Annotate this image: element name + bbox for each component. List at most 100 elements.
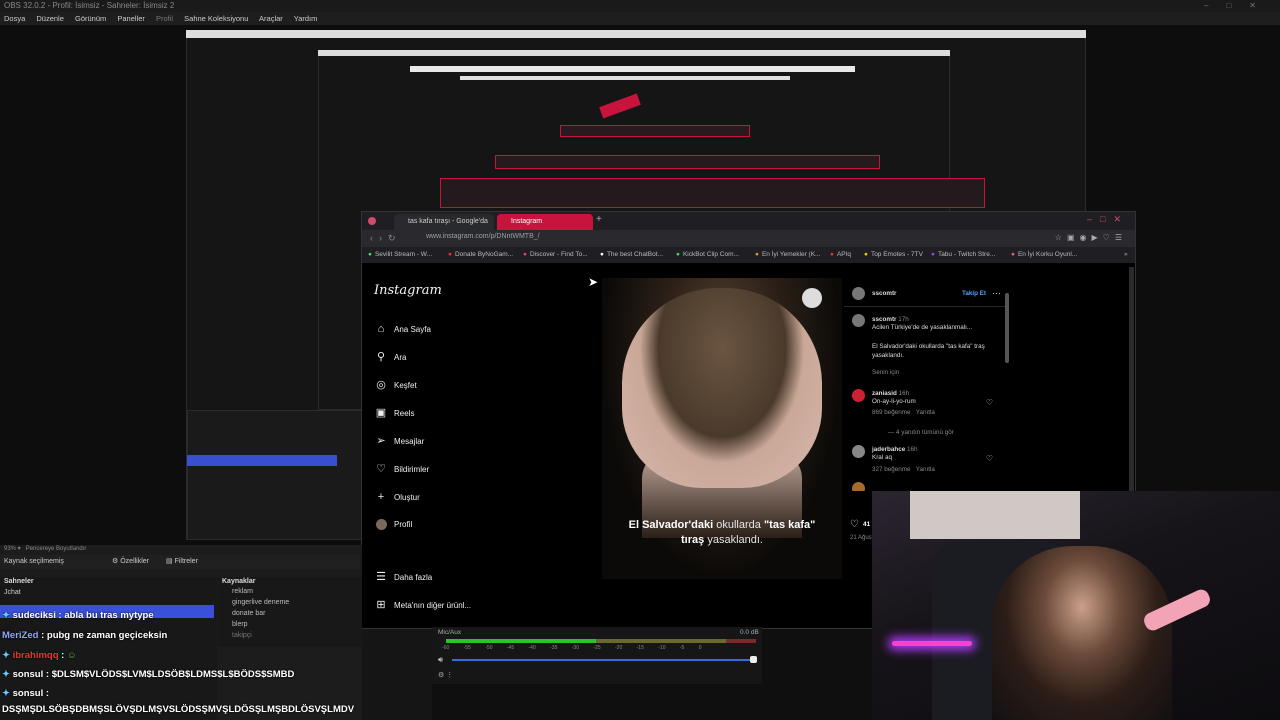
streamer [992,546,1172,720]
nav-explore[interactable]: ◎ Keşfet [374,376,484,394]
source-item[interactable]: donate bar [218,608,362,619]
nav-create[interactable]: + Oluştur [374,488,484,506]
tab-instagram[interactable]: Instagram [497,214,593,230]
source-status: Kaynak seçilmemiş [4,558,64,565]
author-name[interactable]: sscomtr [872,290,897,297]
bookmark-2[interactable]: ● Donate ByNoGam... [448,247,513,263]
menu-profile[interactable]: Profil [156,14,173,23]
volume-slider-handle[interactable] [750,656,757,663]
comments-panel: sscomtr Takip Et ··· sscomtr 17h Acilen … [844,278,1007,491]
nav-messages[interactable]: ➢ Mesajlar [374,432,484,450]
like-icon[interactable]: ♡ [850,519,859,530]
mixer-settings-icon[interactable]: ⚙ ⋮ [438,671,453,679]
source-toolbar: Kaynak seçilmemiş ⚙ Özellikler ▤ Filtrel… [0,555,360,569]
browser-window-controls[interactable]: –□✕ [1087,214,1129,225]
chat-message: MeriZed : pubg ne zaman geçiceksin [2,630,168,641]
mixer-db: 0.0 dB [740,629,759,636]
follow-button[interactable]: Takip Et [962,290,986,297]
volume-slider[interactable] [452,659,752,661]
menu-file[interactable]: Dosya [4,14,25,23]
nav-meta[interactable]: ⊞ Meta'nın diğer ürünl... [374,596,484,614]
comment-text: Kral aq [872,454,892,461]
menu-scene-collection[interactable]: Sahne Koleksiyonu [184,14,248,23]
menu-view[interactable]: Görünüm [75,14,106,23]
preview-zoom[interactable]: 93% ▾ Pencereye Boyutlandır [4,545,86,552]
address-bar: ‹›↻ www.instagram.com/p/DNntWMTB_/ ☆▣◉▶♡… [362,230,1135,247]
obs-menubar: Dosya Düzenle Görünüm Paneller Profil Sa… [0,12,1280,25]
view-replies[interactable]: — 4 yanıtın tümünü gör [888,429,954,436]
url-field[interactable]: www.instagram.com/p/DNntWMTB_/ [426,233,540,240]
extension-icons[interactable]: ☆▣◉▶♡☰ [1055,233,1127,242]
scene-item[interactable]: Jchat [0,586,217,599]
reels-icon: ▣ [375,407,387,419]
chat-message: ✦ sonsul : $DLSM$VLÖDS$LVM$LDSÖB$LDMS$L$… [2,669,295,680]
window-title: OBS 32.0.2 - Profil: İsimsiz - Sahneler:… [4,1,175,10]
send-icon: ➢ [376,435,386,447]
bookmark-10[interactable]: ● En İyi Korku Oyunl... [1011,247,1077,263]
source-item[interactable]: takipçi [218,630,362,641]
nav-search[interactable]: ⚲ Ara [374,348,484,366]
nested-window-7 [440,178,985,208]
bookmark-4[interactable]: ● The best ChatBot... [600,247,663,263]
menu-edit[interactable]: Düzenle [36,14,64,23]
mouse-cursor-icon: ➤ [588,275,599,289]
menu-tools[interactable]: Araçlar [259,14,283,23]
divider [844,306,1007,307]
tab-google[interactable]: tas kafa tıraşı - Google'da [394,214,494,230]
nested-window-6 [495,155,880,169]
menu-docks[interactable]: Paneller [117,14,145,23]
nested-titlebar-2 [318,50,950,56]
nav-profile[interactable]: Profil [374,516,484,534]
nav-more[interactable]: ☰ Daha fazla [374,568,484,586]
author-avatar[interactable] [852,287,865,300]
comments-scrollbar[interactable] [1005,293,1009,363]
source-item[interactable]: gingerlive deneme [218,597,362,608]
source-item[interactable]: reklam [218,586,362,597]
bookmark-5[interactable]: ● KickBot Clip Com... [676,247,739,263]
nav-notifications[interactable]: ♡ Bildirimler [374,460,484,478]
post-caption: El Salvador'daki okullarda "tas kafa" tı… [628,519,816,546]
search-icon: ⚲ [376,351,386,363]
nav-home[interactable]: ⌂ Ana Sayfa [374,320,484,338]
window-controls[interactable]: –□✕ [1204,0,1274,12]
comment-avatar [852,389,865,402]
source-item[interactable]: blerp [218,619,362,630]
heart-icon: ♡ [376,463,386,475]
bookmark-8[interactable]: ● Top Emotes - 7TV [864,247,923,263]
menu-icon: ☰ [376,571,386,583]
comment-header: jaderbahce 16h [872,446,918,453]
nested-bar-3 [410,66,855,72]
bookmark-3[interactable]: ● Discover - Find To... [523,247,588,263]
like-heart-icon[interactable]: ♡ [986,454,993,463]
bookmark-1[interactable]: ● Sevilit Stream - W... [368,247,432,263]
chat-message: ✦ sonsul : [2,688,50,699]
bookmark-7[interactable]: ● APIq [830,247,851,263]
more-options-icon[interactable]: ··· [992,288,1001,298]
speaker-icon[interactable]: 🔊︎ [438,655,443,665]
nav-reels[interactable]: ▣ Reels [374,404,484,422]
mixer-meter-red [726,639,756,643]
properties-button[interactable]: ⚙ Özellikler [112,555,149,569]
avatar [376,519,387,531]
mixer-meter-green [446,639,596,643]
like-heart-icon[interactable]: ♡ [986,398,993,407]
menu-help[interactable]: Yardım [294,14,318,23]
post-image[interactable]: El Salvador'daki okullarda "tas kafa" tı… [602,278,842,579]
audio-mixer: Mic/Aux 0.0 dB -60 -55 -50 -45 -40 -35 -… [432,627,762,684]
browser-logo-icon [368,217,376,225]
nav-buttons-icon[interactable]: ‹›↻ [370,233,402,244]
bookmark-9[interactable]: ● Tabu - Twitch Stre... [931,247,995,263]
nested-scene-highlight [187,455,337,466]
desc-avatar [852,314,865,327]
filters-button[interactable]: ▤ Filtreler [166,555,198,569]
instagram-logo[interactable]: Instagram [374,283,442,298]
bookmark-6[interactable]: ● En İyi Yemekler (K... [755,247,820,263]
for-you-label[interactable]: Senin için [872,369,899,376]
bookmarks-overflow-icon[interactable]: » [1124,247,1128,263]
comment-text: On-ay-li-yo-rum [872,398,916,405]
comment-meta: 869 beğenme Yanıtla [872,409,935,416]
webcam-feed [872,491,1280,720]
comment-avatar [852,445,865,458]
new-tab-icon[interactable]: + [596,214,610,228]
comment-header: zaniasid 16h [872,390,910,397]
